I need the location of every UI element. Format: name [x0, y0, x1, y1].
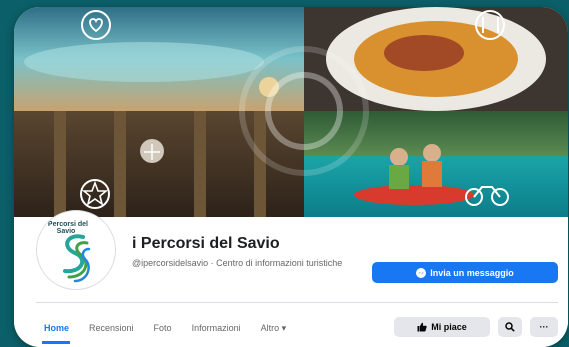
- tab-home[interactable]: Home: [44, 323, 69, 334]
- page-tabs: Home Recensioni Foto Informazioni Altro …: [44, 323, 306, 334]
- facebook-page-card: i Percorsi del Savio i Percorsi del Savi…: [14, 7, 568, 347]
- thumbs-up-icon: [417, 322, 427, 332]
- send-message-label: Invia un messaggio: [430, 267, 514, 278]
- cover-photo: [14, 7, 568, 217]
- more-options-icon: ···: [539, 322, 549, 332]
- divider: [36, 302, 558, 303]
- tab-more[interactable]: Altro ▾: [261, 323, 287, 334]
- avatar[interactable]: i Percorsi del Savio: [36, 210, 116, 290]
- search-button[interactable]: [498, 317, 522, 337]
- profile-section: i Percorsi del Savio i Percorsi del Savi…: [14, 210, 568, 347]
- tab-about[interactable]: Informazioni: [192, 323, 241, 334]
- like-button[interactable]: Mi piace: [394, 317, 490, 337]
- tab-reviews[interactable]: Recensioni: [89, 323, 134, 334]
- tab-photos[interactable]: Foto: [154, 323, 172, 334]
- more-options-button[interactable]: ···: [530, 317, 558, 337]
- search-icon: [505, 322, 515, 332]
- messenger-icon: [416, 267, 427, 278]
- active-tab-indicator: [42, 341, 70, 344]
- send-message-button[interactable]: Invia un messaggio: [372, 262, 558, 283]
- logo-icon: [63, 234, 91, 283]
- like-label: Mi piace: [431, 322, 467, 332]
- page-title: i Percorsi del Savio: [132, 235, 280, 252]
- page-handle-category: @ipercorsidelsavio · Centro di informazi…: [132, 258, 343, 268]
